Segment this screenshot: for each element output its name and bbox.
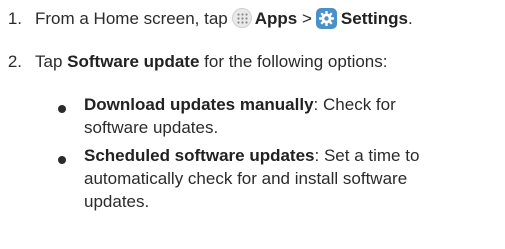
bullet-1-marker: [58, 105, 66, 113]
apps-grid-icon: [231, 8, 252, 28]
step-2-text-before: Tap: [35, 52, 63, 71]
bullet-2-colon: :: [314, 146, 320, 165]
bullet-1-title: Download updates manually: [84, 95, 314, 114]
bullet-1-line-1: Download updates manually: Check for: [84, 94, 396, 116]
instruction-document: 1. From a Home screen, tap Apps > Settin…: [0, 0, 505, 249]
step-1-text: From a Home screen, tap: [35, 9, 228, 28]
software-update-label: Software update: [67, 52, 200, 71]
bullet-1-colon: :: [313, 95, 319, 114]
breadcrumb-separator: >: [301, 9, 312, 28]
bullet-2-line-2: automatically check for and install soft…: [84, 169, 408, 188]
bullet-2-title: Scheduled software updates: [84, 146, 315, 165]
step-2-number: 2.: [7, 52, 22, 71]
step-1-period: .: [407, 9, 413, 28]
bullet-1-text: Check for: [323, 95, 396, 114]
bullet-2-marker: [58, 156, 66, 164]
step-2-text-after: for the following options:: [204, 52, 388, 71]
settings-label: Settings: [340, 9, 408, 28]
apps-label: Apps: [254, 9, 298, 28]
bullet-2-line-1: Scheduled software updates: Set a time t…: [84, 145, 419, 167]
bullet-2-text: Set a time to: [323, 146, 420, 165]
step-1-number: 1.: [7, 9, 22, 28]
bullet-2-line-3: updates.: [84, 192, 150, 211]
bullet-1-line-2: software updates.: [84, 118, 219, 137]
settings-gear-icon: [315, 8, 337, 29]
